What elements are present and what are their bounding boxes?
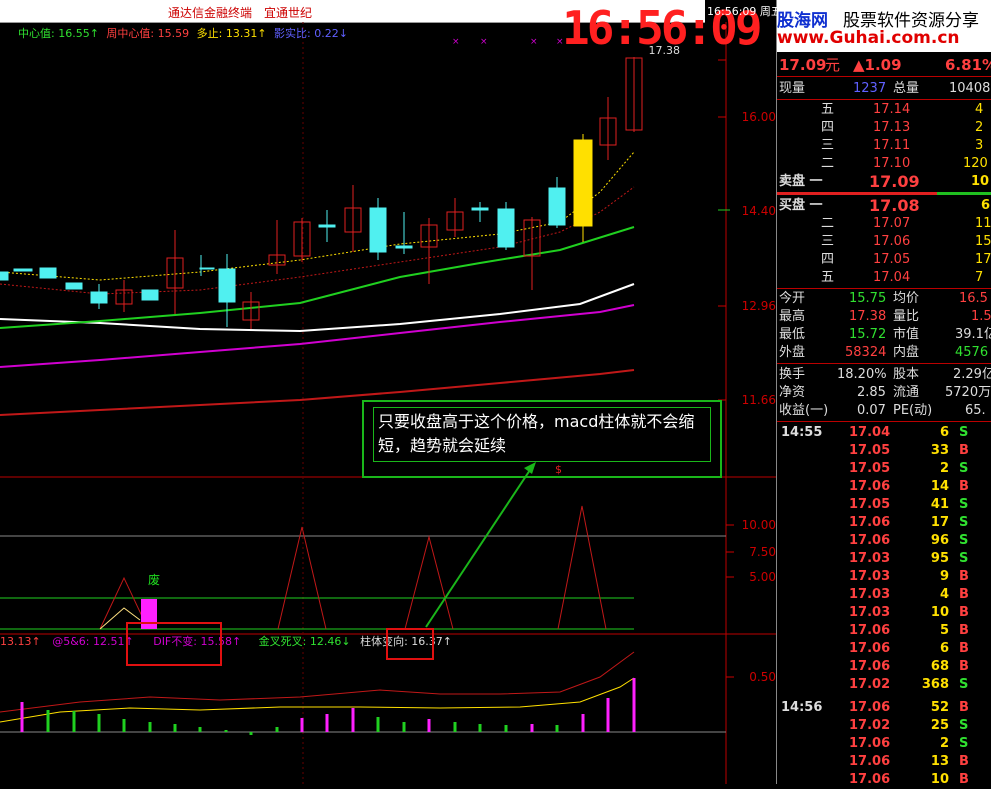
stat-row: 外盘 58324 内盘 4576 [779,345,989,360]
tick-row: 17.06 14 B [849,479,969,494]
tick-row: 17.02 25 S [849,718,969,733]
center-value: 中心值: 16.55↑ [18,27,99,40]
panel-time: 16:56:09 周五 [707,5,782,18]
osc-label: 废 [148,573,161,587]
bid-row: 五 17.04 7 [821,270,984,285]
stock-name: 宜通世纪 [264,6,313,20]
tick-row: 17.03 4 B [849,587,969,602]
tick-row: 17.05 41 S [849,497,969,512]
total-vol-value: 104088 [949,81,991,96]
axis-label: 7.50 [749,545,776,559]
tick-row: 17.06 17 S [849,515,969,530]
site-logo: 股海网 股票软件资源分享 www.Guhai.com.cn [777,0,991,52]
ask-row: 卖盘 一 17.09 10 [779,172,990,191]
tick-row: 17.06 10 B [849,772,969,787]
now-vol-label: 现量 [779,81,806,96]
bid-row: 四 17.05 17 [821,252,991,267]
tick-row: 14:55 17.04 6 S [781,425,969,440]
svg-text:×: × [530,37,538,47]
axis-label: 12.96 [741,299,776,313]
axis-label: 10.00 [741,518,776,532]
axis-label: 11.66 [741,393,776,407]
price-row: 17.09 元 ▲1.09 6.81% [777,56,991,74]
ratio-value: 影实比: 0.22↓ [274,27,348,40]
indicator-line: 中心值: 16.55↑ 周中心值: 15.59 多止: 13.31↑ 影实比: … [18,25,352,41]
dif-highlight [126,622,222,666]
tick-row: 17.06 68 B [849,659,969,674]
tick-row: 17.06 6 B [849,641,969,656]
ask-row: 四 17.13 2 [821,120,984,135]
macd-b: @5&6: 12.51↑ [52,635,134,648]
tick-row: 17.06 5 B [849,623,969,638]
macd-indicator-line: 13.13↑ @5&6: 12.51↑ DIF不变: 15.58↑ 金叉死叉: … [0,633,452,649]
stat-row: 最低 15.72 市值 39.1亿 [779,327,991,342]
bid-row: 买盘 一 17.08 6 [779,196,991,215]
quote-panel: 16:56:09 周五 股海网 股票软件资源分享 www.Guhai.com.c… [707,0,991,787]
stat-row: 换手 18.20% 股本 2.29亿 [779,367,991,382]
stop-value: 多止: 13.31↑ [196,27,267,40]
bar-highlight [386,628,434,660]
tick-row: 17.06 2 S [849,736,969,751]
ask-row: 五 17.14 4 [821,102,984,117]
total-vol-label: 总量 [893,81,920,96]
stat-row: 收益(一) 0.07 PE(动) 65. [779,403,986,418]
now-vol-value: 1237 [853,81,887,96]
price-change: ▲1.09 [853,56,902,74]
app-title: 通达信金融终端 [168,6,253,20]
logo-url: www.Guhai.com.cn [777,28,960,48]
volume-row: 现量 1237 总量 104088 [777,80,991,98]
axis-label: 14.40 [741,204,776,218]
svg-text:×: × [452,37,460,47]
tick-row: 17.05 2 S [849,461,969,476]
price-pct: 6.81% [945,56,991,74]
annotation-box: 只要收盘高于这个价格，macd柱体就不会缩短，趋势就会延续 [362,400,722,478]
tick-row: 17.06 13 B [849,754,969,769]
tick-row: 17.03 95 S [849,551,969,566]
tick-row: 17.03 9 B [849,569,969,584]
tick-row: 17.03 10 B [849,605,969,620]
tick-row: 17.05 33 B [849,443,969,458]
stat-row: 最高 17.38 量比 1.5 [779,309,991,324]
price-unit: 元 [825,56,841,74]
tick-row: 17.02 368 S [849,677,969,692]
high-price-label: 17.38 [648,44,681,57]
ask-row: 二 17.10 120 [821,156,988,171]
week-center-value: 周中心值: 15.59 [106,27,190,40]
macd-a: 13.13↑ [0,635,41,648]
bid-row: 二 17.07 11 [821,216,991,231]
axis-label: 5.00 [749,570,776,584]
tick-row: 14:56 17.06 52 B [781,700,969,715]
axis-label: 0.50 [749,670,776,684]
axis-label: 16.00 [741,110,776,124]
cross-value: 金叉死叉: 12.46↓ [258,635,351,648]
bid-row: 三 17.06 15 [821,234,991,249]
annotation-text: 只要收盘高于这个价格，macd柱体就不会缩短，趋势就会延续 [373,407,711,462]
ask-row: 三 17.11 3 [821,138,984,153]
stat-row: 净资 2.85 流通 5720万 [779,385,991,400]
svg-text:×: × [480,37,488,47]
last-price: 17.09 [779,56,827,74]
tick-row: 17.06 96 S [849,533,969,548]
stat-row: 今开 15.75 均价 16.5 [779,291,988,306]
